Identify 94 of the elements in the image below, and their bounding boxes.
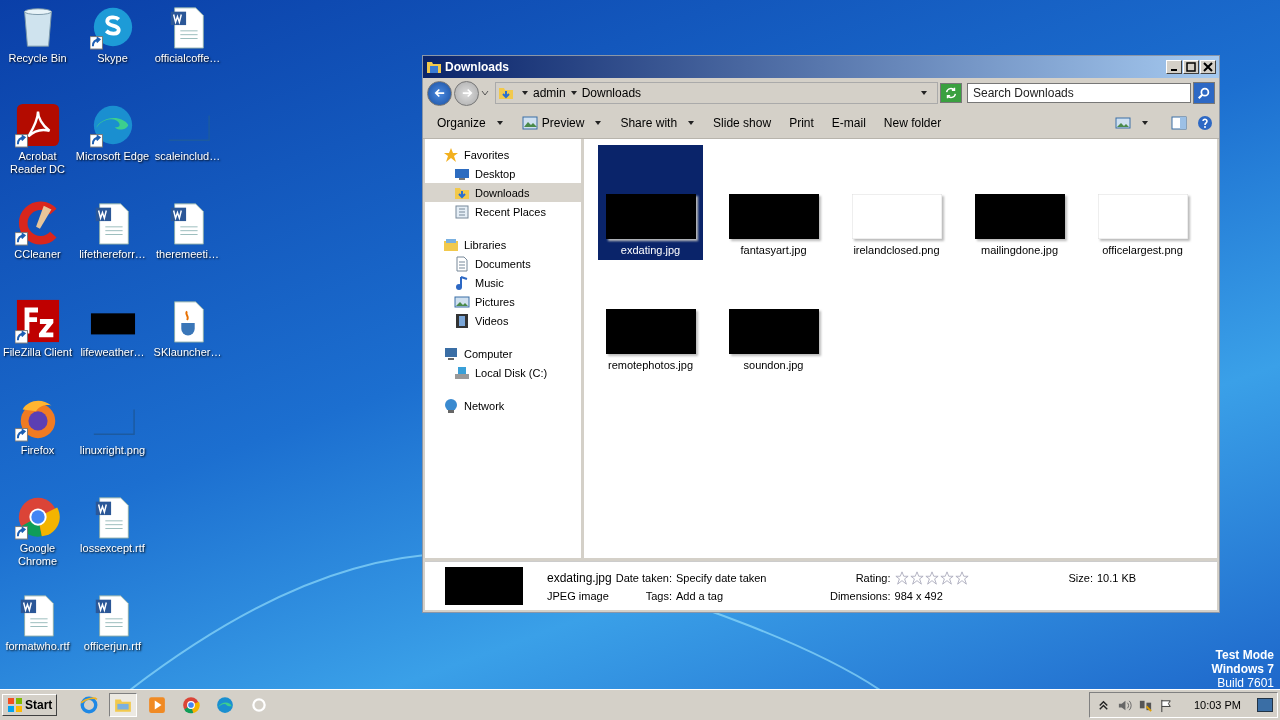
nav-item[interactable]: Computer bbox=[425, 344, 581, 363]
nav-item[interactable]: Network bbox=[425, 396, 581, 415]
toolbar-button[interactable]: Slide show bbox=[705, 113, 780, 133]
desktop-icon-label[interactable]: lifethereforr… bbox=[75, 248, 150, 261]
property-value[interactable]: Add a tag bbox=[676, 589, 826, 602]
show-desktop-button[interactable] bbox=[1257, 698, 1273, 712]
nav-item[interactable]: Documents bbox=[425, 254, 581, 273]
toolbar-button[interactable]: Print bbox=[781, 113, 822, 133]
desktop-icon-label[interactable]: scaleinclud… bbox=[150, 150, 225, 163]
desktop-icon-label[interactable]: Skype bbox=[75, 52, 150, 65]
property-label: Date taken: bbox=[615, 571, 672, 584]
toolbar-button[interactable]: New folder bbox=[875, 113, 950, 133]
property-label: Rating: bbox=[854, 571, 891, 584]
caret-icon[interactable] bbox=[920, 89, 928, 97]
windows-logo-icon bbox=[7, 697, 23, 713]
view-icon[interactable] bbox=[1115, 115, 1131, 131]
desktop-icon-label[interactable]: lossexcept.rtf bbox=[75, 542, 150, 555]
nav-item[interactable]: Downloads bbox=[425, 183, 581, 202]
desktop-icon-label[interactable]: linuxright.png bbox=[75, 444, 150, 457]
close-icon bbox=[1203, 62, 1213, 72]
desktop-icon-label[interactable]: Microsoft Edge bbox=[75, 150, 150, 163]
nav-item[interactable]: Music bbox=[425, 273, 581, 292]
caret-icon[interactable] bbox=[1141, 119, 1149, 127]
close-button[interactable] bbox=[1200, 60, 1216, 74]
desktop-icon-label[interactable]: FileZilla Client bbox=[0, 346, 75, 359]
app-icon[interactable] bbox=[14, 298, 61, 344]
file-type: JPEG image bbox=[547, 589, 610, 602]
desktop-icon-label[interactable]: Recycle Bin bbox=[0, 52, 75, 65]
desktop-icon-label[interactable]: officerjun.rtf bbox=[75, 640, 150, 653]
flag-icon[interactable] bbox=[1158, 697, 1174, 713]
taskbar-app-button[interactable] bbox=[109, 693, 138, 717]
file-name: exdating.jpg bbox=[547, 570, 612, 585]
search-field[interactable]: Search Downloads bbox=[967, 83, 1191, 103]
address-bar[interactable]: admin Downloads bbox=[495, 82, 938, 104]
nav-item[interactable]: Libraries bbox=[425, 235, 581, 254]
desktop-icon-label[interactable]: formatwho.rtf bbox=[0, 640, 75, 653]
speaker-icon[interactable] bbox=[1116, 697, 1132, 713]
toolbar-button[interactable]: Share with bbox=[612, 113, 704, 133]
forward-button[interactable] bbox=[454, 80, 479, 106]
desktop-icon-label[interactable]: lifeweather… bbox=[75, 346, 150, 359]
breadcrumb-item[interactable]: admin bbox=[533, 86, 566, 100]
nav-item[interactable]: Videos bbox=[425, 311, 581, 330]
watermark-text: Windows 7 bbox=[1211, 662, 1274, 676]
desktop-icon-label[interactable]: SKlauncher… bbox=[150, 346, 225, 359]
property-value[interactable]: Specify date taken bbox=[676, 571, 826, 584]
nav-item[interactable]: Recent Places bbox=[425, 202, 581, 221]
maximize-button[interactable] bbox=[1183, 60, 1199, 74]
folder-icon bbox=[426, 59, 442, 75]
start-button[interactable]: Start bbox=[2, 694, 58, 716]
refresh-button[interactable] bbox=[940, 83, 962, 103]
nav-item[interactable]: Favorites bbox=[425, 145, 581, 164]
toolbar-button[interactable]: Preview bbox=[513, 112, 611, 134]
search-button[interactable] bbox=[1193, 82, 1215, 104]
back-button[interactable] bbox=[427, 80, 452, 106]
property-label: Dimensions: bbox=[830, 589, 891, 602]
file-item[interactable]: exdating.jpg bbox=[598, 145, 703, 260]
property-value: 10.1 KB bbox=[1097, 571, 1137, 584]
desktop-icon-label[interactable]: Acrobat Reader DC bbox=[0, 150, 75, 176]
clock[interactable]: 10:03 PM bbox=[1193, 699, 1241, 711]
app-icon[interactable] bbox=[14, 102, 61, 148]
minimize-button[interactable] bbox=[1166, 60, 1182, 74]
maximize-icon bbox=[1186, 62, 1196, 72]
desktop-icon-label[interactable]: Firefox bbox=[0, 444, 75, 457]
watermark-text: Test Mode bbox=[1215, 648, 1274, 662]
file-item[interactable]: mailingdone.jpg bbox=[967, 145, 1072, 260]
caret-icon[interactable] bbox=[521, 89, 529, 97]
toolbar-button[interactable]: Organize bbox=[429, 113, 512, 133]
desktop-icon-label[interactable]: CCleaner bbox=[0, 248, 75, 261]
file-item[interactable]: remotephotos.jpg bbox=[598, 260, 703, 375]
refresh-icon bbox=[944, 86, 958, 100]
file-item[interactable]: officelargest.png bbox=[1090, 145, 1195, 260]
back-arrow-icon bbox=[432, 86, 447, 100]
window-title: Downloads bbox=[445, 60, 510, 74]
help-icon[interactable] bbox=[1197, 115, 1213, 131]
nav-item[interactable]: Local Disk (C:) bbox=[425, 363, 581, 382]
preview-pane-icon[interactable] bbox=[1171, 115, 1187, 131]
file-item[interactable]: irelandclosed.png bbox=[844, 145, 949, 260]
desktop-icon-label[interactable]: officialcoffe… bbox=[150, 52, 225, 65]
minimize-icon bbox=[1171, 68, 1177, 71]
toolbar-button[interactable]: E-mail bbox=[823, 113, 874, 133]
folder-icon bbox=[498, 85, 514, 101]
file-item[interactable]: fantasyart.jpg bbox=[721, 145, 826, 260]
desktop-icon-label[interactable]: theremeeti… bbox=[150, 248, 225, 261]
property-label: Tags: bbox=[644, 589, 672, 602]
property-value: 984 x 492 bbox=[894, 589, 944, 602]
nav-item[interactable]: Pictures bbox=[425, 292, 581, 311]
property-label: Size: bbox=[1067, 571, 1093, 584]
search-icon bbox=[1197, 86, 1211, 100]
breadcrumb-item[interactable]: Downloads bbox=[581, 86, 642, 100]
file-item[interactable]: soundon.jpg bbox=[721, 260, 826, 375]
desktop-icon-label[interactable]: Google Chrome bbox=[0, 542, 75, 568]
nav-item[interactable]: Desktop bbox=[425, 164, 581, 183]
watermark-text: Build 7601 bbox=[1217, 676, 1274, 690]
caret-icon[interactable] bbox=[569, 89, 578, 97]
